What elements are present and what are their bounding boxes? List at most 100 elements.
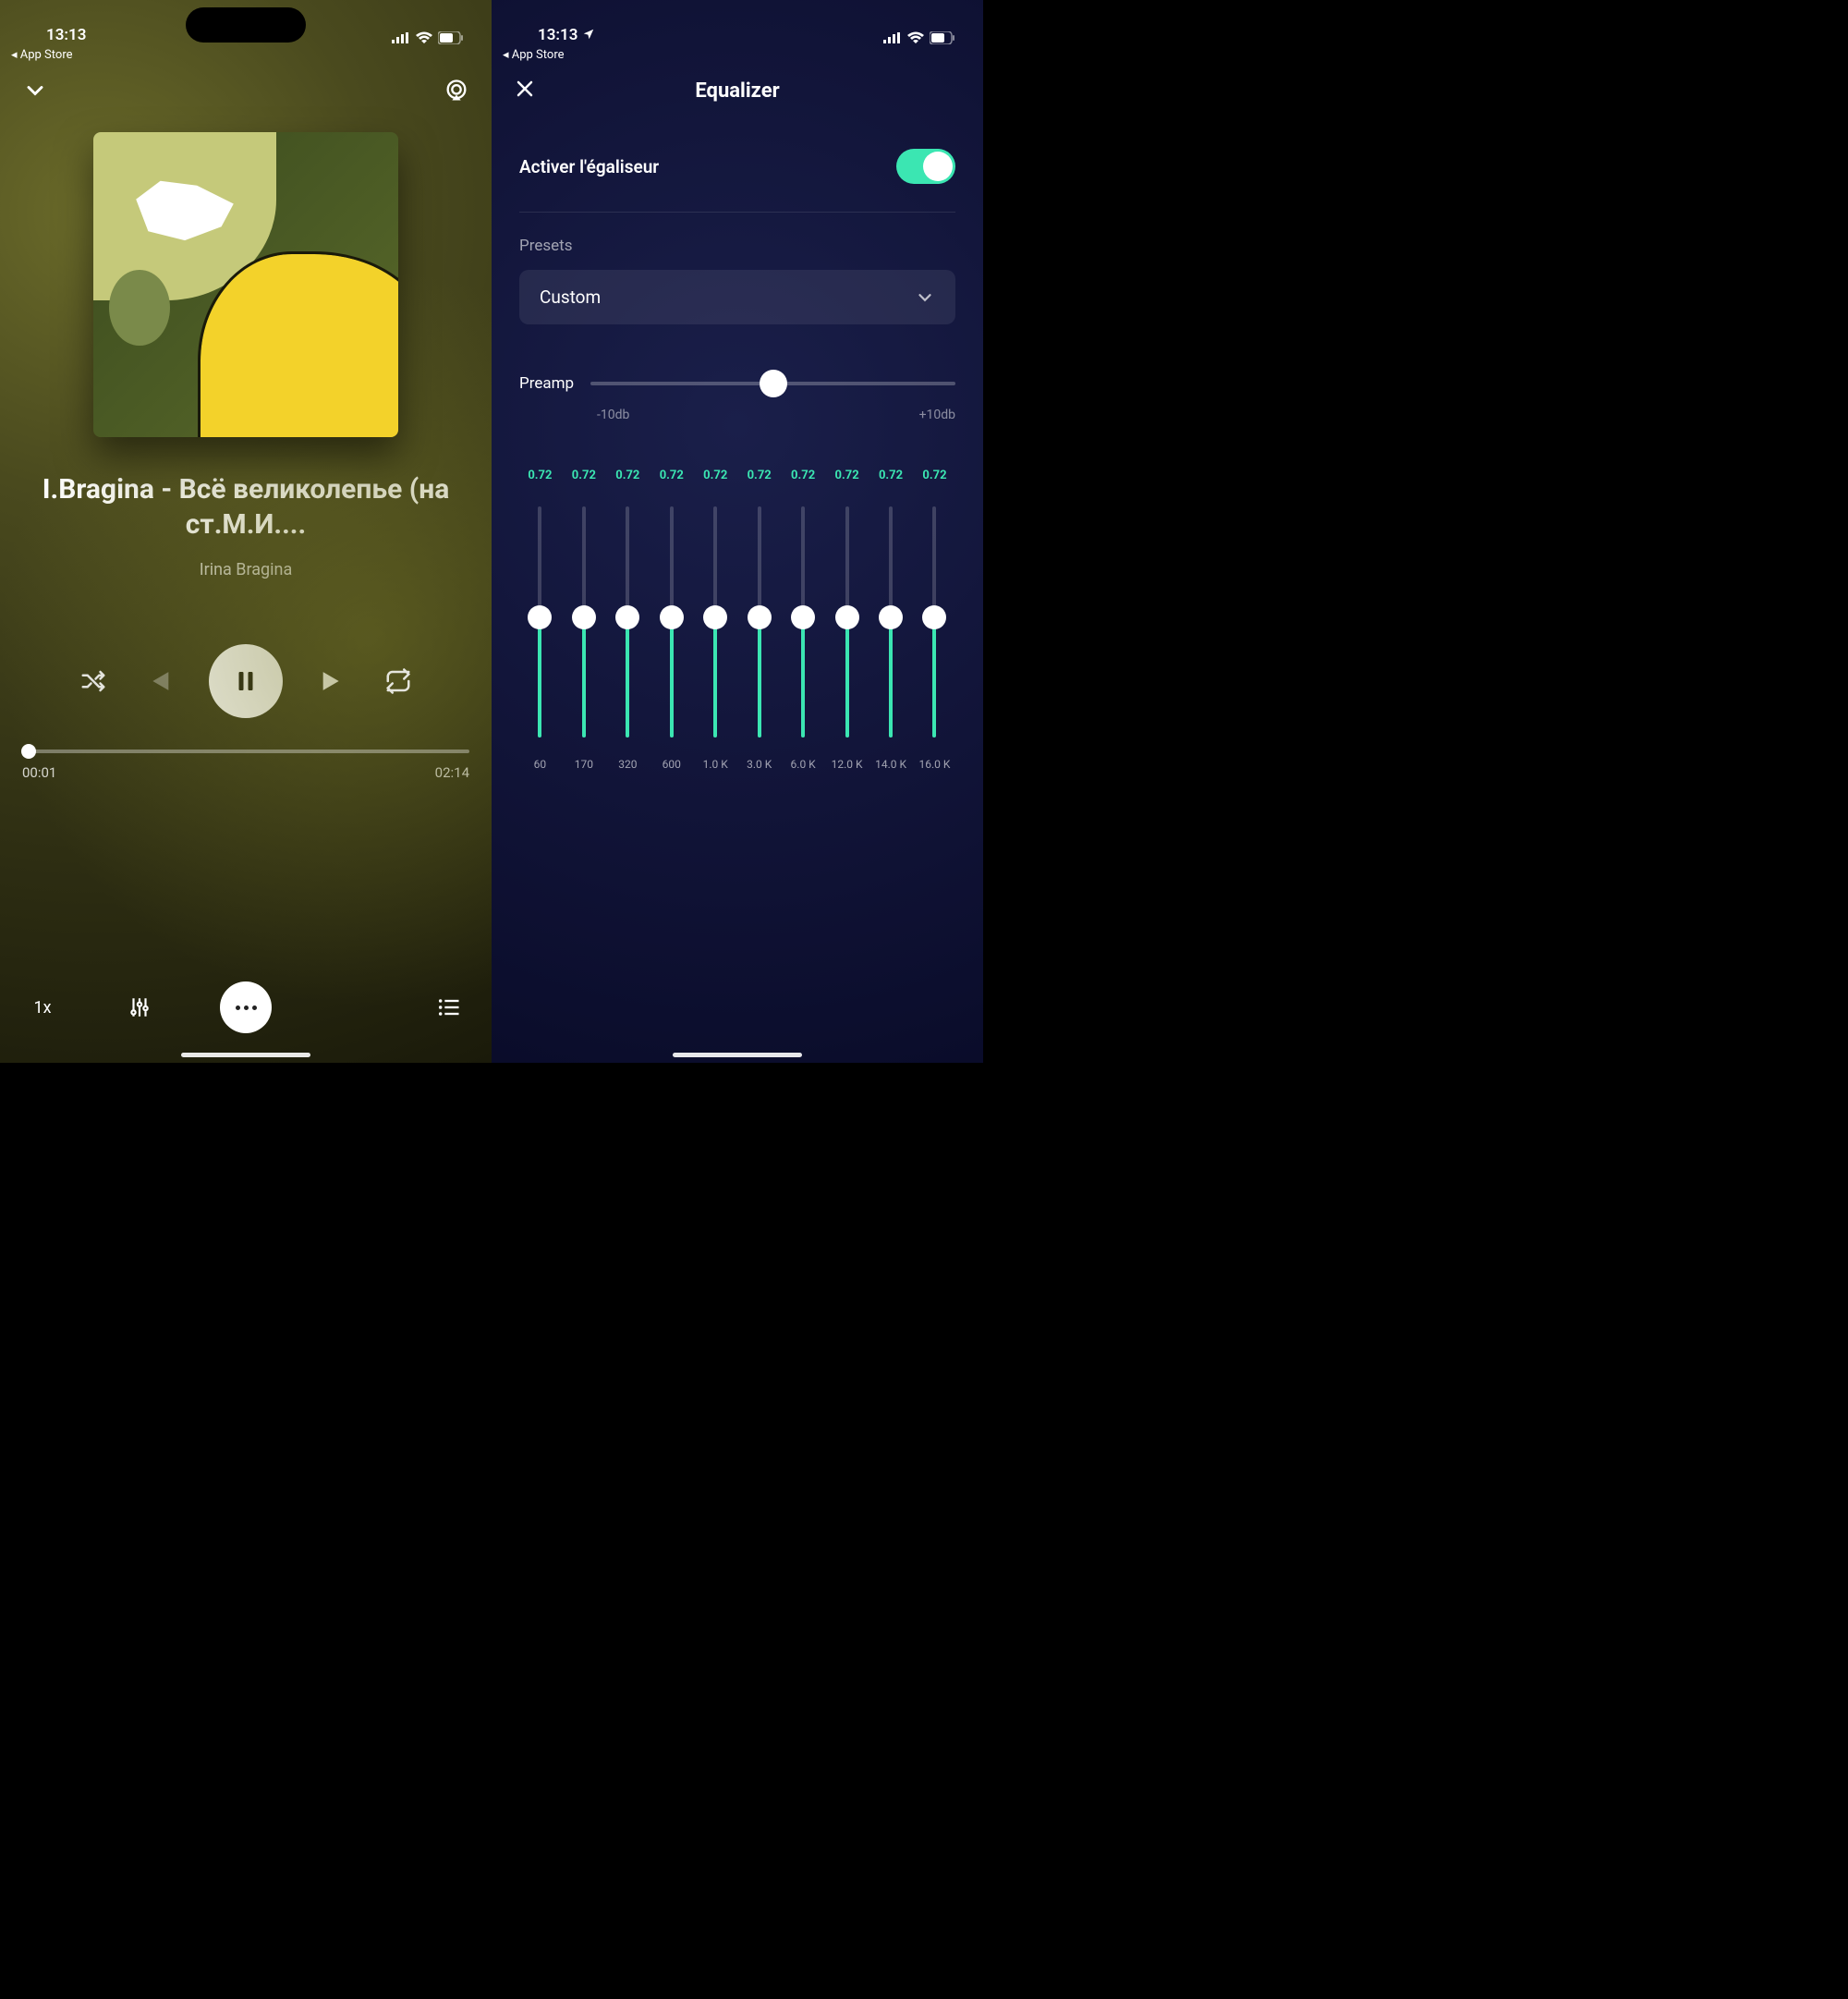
breadcrumb-back[interactable]: ◂ App Store (492, 46, 983, 62)
queue-button[interactable] (432, 991, 466, 1024)
status-time: 13:13 (538, 26, 595, 44)
seek-thumb[interactable] (21, 744, 36, 759)
track-title: I.Bragina - Всё великолепье (на ст.М.И..… (28, 472, 464, 542)
more-button[interactable] (220, 981, 272, 1033)
notch (186, 7, 306, 43)
skip-previous-icon (142, 665, 174, 697)
band-slider-8[interactable] (870, 506, 912, 737)
shuffle-button[interactable] (79, 667, 107, 695)
band-slider-7[interactable] (826, 506, 868, 737)
band-freq-4: 1.0 K (695, 758, 736, 771)
preamp-slider[interactable] (590, 382, 955, 385)
repeat-icon (384, 667, 412, 695)
band-value-6: 0.72 (783, 469, 824, 482)
airplay-button[interactable] (444, 78, 469, 104)
player-nav (0, 67, 492, 114)
band-values: 0.720.720.720.720.720.720.720.720.720.72 (519, 469, 955, 482)
next-button[interactable] (318, 665, 349, 697)
band-value-3: 0.72 (650, 469, 692, 482)
band-thumb[interactable] (660, 605, 684, 629)
band-value-8: 0.72 (870, 469, 912, 482)
page-title: Equalizer (695, 79, 779, 103)
shuffle-icon (79, 667, 107, 695)
band-freq-9: 16.0 K (914, 758, 955, 771)
band-slider-0[interactable] (519, 506, 561, 737)
prev-button[interactable] (142, 665, 174, 697)
band-slider-1[interactable] (563, 506, 604, 737)
home-indicator[interactable] (673, 1053, 802, 1057)
band-slider-3[interactable] (650, 506, 692, 737)
repeat-button[interactable] (384, 667, 412, 695)
bottom-toolbar: 1x (0, 970, 492, 1044)
band-freq-3: 600 (650, 758, 692, 771)
status-icons (883, 31, 955, 44)
band-freq-0: 60 (519, 758, 561, 771)
queue-icon (436, 994, 462, 1020)
wifi-icon (907, 31, 924, 44)
band-thumb[interactable] (879, 605, 903, 629)
band-freq-6: 6.0 K (783, 758, 824, 771)
status-time: 13:13 (46, 26, 86, 44)
band-thumb[interactable] (748, 605, 772, 629)
close-icon (514, 78, 536, 100)
band-value-5: 0.72 (738, 469, 780, 482)
band-freq-5: 3.0 K (738, 758, 780, 771)
time-total: 02:14 (435, 764, 469, 781)
signal-icon (883, 32, 902, 43)
wifi-icon (416, 31, 432, 44)
playback-controls (0, 644, 492, 718)
speed-button[interactable]: 1x (26, 991, 59, 1024)
preamp-max: +10db (919, 408, 955, 422)
preamp-min: -10db (597, 408, 629, 422)
band-thumb[interactable] (791, 605, 815, 629)
status-bar: 13:13 (0, 0, 492, 46)
band-sliders (519, 506, 955, 737)
breadcrumb-back[interactable]: ◂ App Store (0, 46, 492, 62)
player-screen: 13:13 ◂ App Store I.Bragina - Всё велико… (0, 0, 492, 1063)
pause-icon (232, 667, 260, 695)
preamp-thumb[interactable] (760, 370, 787, 397)
signal-icon (392, 32, 410, 43)
sliders-icon (128, 995, 152, 1019)
band-thumb[interactable] (922, 605, 946, 629)
close-button[interactable] (514, 78, 536, 104)
collapse-button[interactable] (22, 78, 48, 104)
band-value-1: 0.72 (563, 469, 604, 482)
band-freq-8: 14.0 K (870, 758, 912, 771)
band-thumb[interactable] (615, 605, 639, 629)
band-value-7: 0.72 (826, 469, 868, 482)
band-slider-5[interactable] (738, 506, 780, 737)
band-thumb[interactable] (572, 605, 596, 629)
track-artist[interactable]: Irina Bragina (0, 560, 492, 579)
eq-enable-toggle[interactable] (896, 149, 955, 184)
pause-button[interactable] (209, 644, 283, 718)
preset-select[interactable]: Custom (519, 270, 955, 324)
status-icons (392, 31, 464, 44)
dots-icon (236, 1006, 240, 1010)
preamp-row: Preamp (519, 374, 955, 393)
album-art (93, 132, 398, 437)
equalizer-button[interactable] (123, 991, 156, 1024)
band-thumb[interactable] (835, 605, 859, 629)
eq-enable-row: Activer l'égaliseur (519, 149, 955, 213)
preamp-range: -10db +10db (519, 408, 955, 422)
band-freq-2: 320 (607, 758, 649, 771)
chevron-down-icon (915, 287, 935, 308)
presets-label: Presets (519, 237, 955, 255)
battery-icon (930, 31, 955, 44)
status-bar: 13:13 (492, 0, 983, 46)
band-slider-9[interactable] (914, 506, 955, 737)
band-labels: 601703206001.0 K3.0 K6.0 K12.0 K14.0 K16… (519, 758, 955, 771)
band-slider-4[interactable] (695, 506, 736, 737)
band-thumb[interactable] (528, 605, 552, 629)
band-thumb[interactable] (703, 605, 727, 629)
band-value-9: 0.72 (914, 469, 955, 482)
eq-nav: Equalizer (492, 66, 983, 116)
band-slider-2[interactable] (607, 506, 649, 737)
battery-icon (438, 31, 464, 44)
preset-value: Custom (540, 286, 601, 308)
home-indicator[interactable] (181, 1053, 310, 1057)
band-slider-6[interactable] (783, 506, 824, 737)
chevron-down-icon (22, 78, 48, 104)
seek-bar[interactable]: 00:01 02:14 (22, 750, 469, 781)
